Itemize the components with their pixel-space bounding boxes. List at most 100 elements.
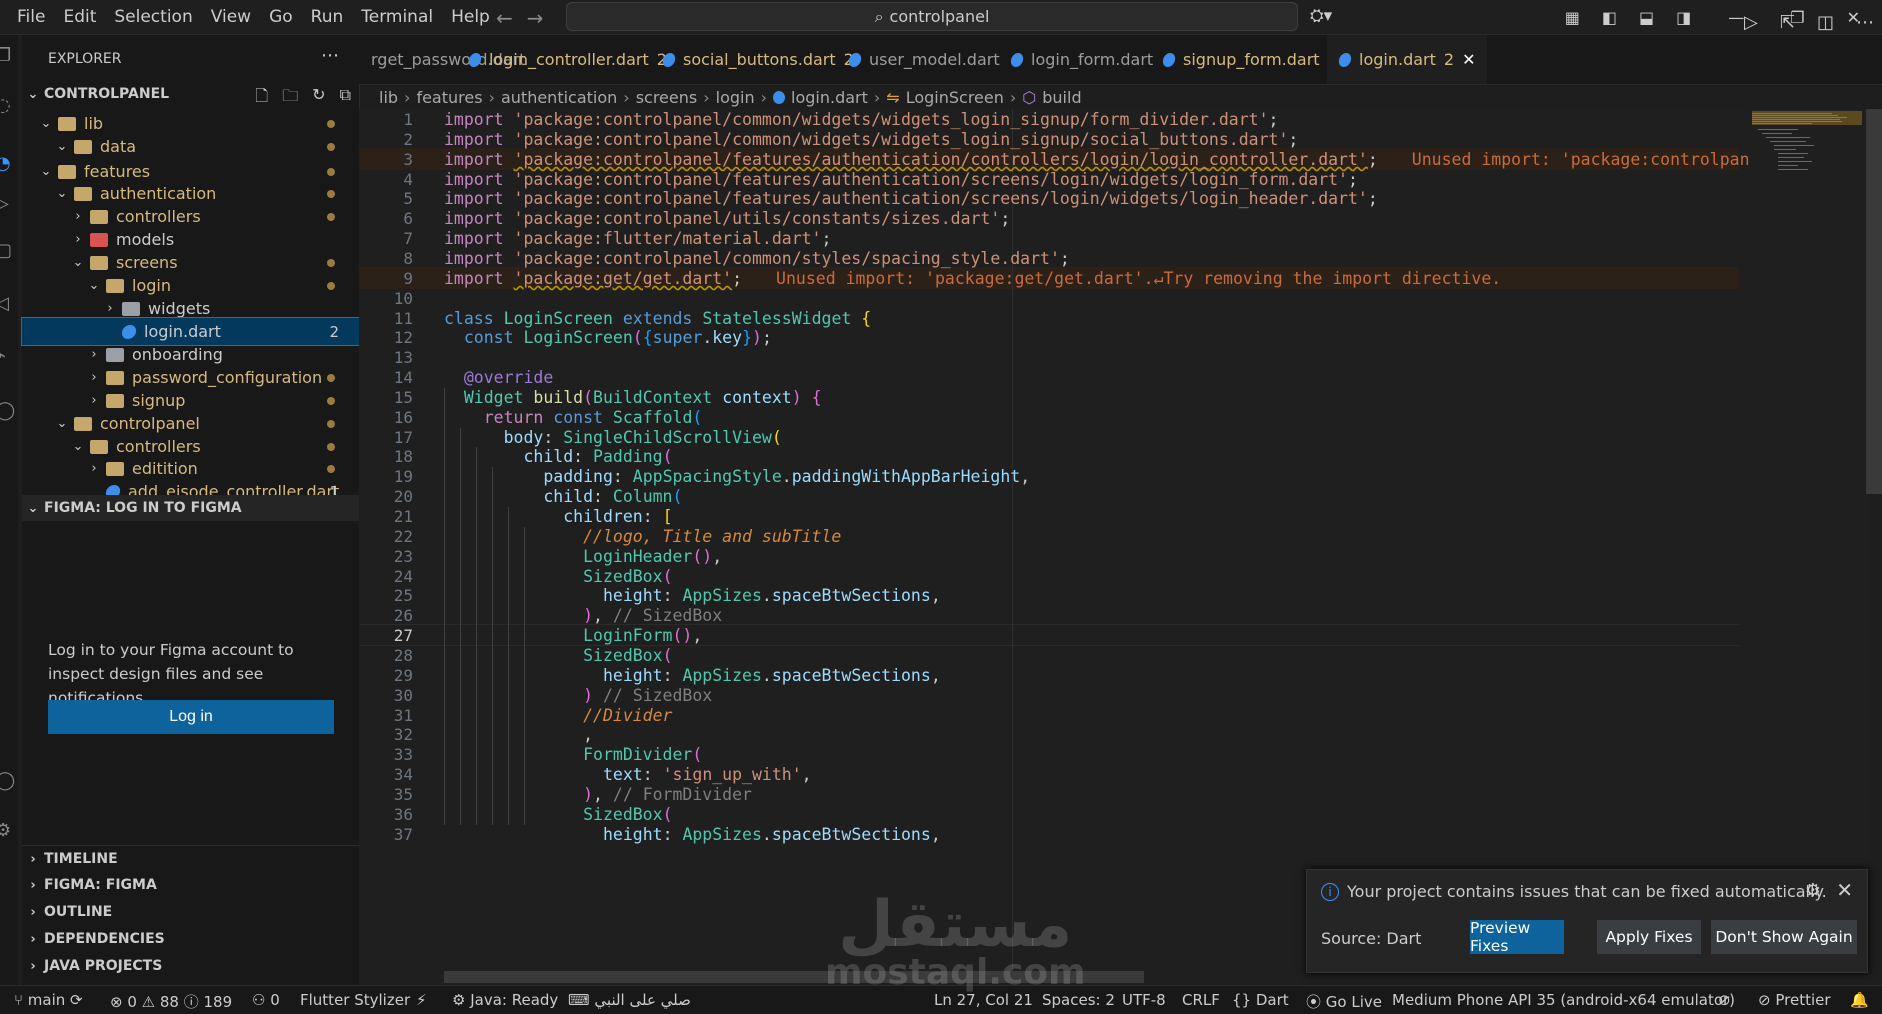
menu-terminal[interactable]: Terminal — [352, 7, 442, 27]
breadcrumb-item[interactable]: screens — [636, 88, 698, 107]
tab-login_controller-dart[interactable]: login_controller.dart 2 — [457, 35, 679, 84]
section-outline[interactable]: › OUTLINE — [22, 899, 359, 925]
folder-item[interactable]: ⌄ data — [22, 133, 359, 160]
breadcrumb-item[interactable]: features — [416, 88, 482, 107]
run-debug-icon[interactable]: ▷ — [0, 193, 9, 214]
more-actions-icon[interactable]: ⋯ — [321, 45, 339, 66]
explorer-icon[interactable]: ❐ — [0, 45, 11, 66]
no-bell-icon[interactable]: ⊘ — [1718, 991, 1731, 1009]
run-icon[interactable]: ▷ — [1744, 12, 1758, 33]
minimap[interactable] — [1750, 109, 1868, 985]
toggle-panel-icon[interactable]: ⬓ — [1628, 8, 1665, 27]
chevron-down-icon[interactable]: ⌄ — [38, 116, 54, 131]
toggle-sidebar-icon[interactable]: ◧ — [1591, 8, 1628, 27]
layout-icon[interactable]: ▦ — [1554, 8, 1591, 27]
refresh-icon[interactable]: ↻ — [312, 85, 325, 112]
menu-view[interactable]: View — [202, 7, 260, 27]
breadcrumb-item[interactable]: lib — [379, 88, 398, 107]
section-figma-login[interactable]: ⌄ FIGMA: LOG IN TO FIGMA — [22, 495, 359, 521]
menu-run[interactable]: Run — [302, 7, 353, 27]
breadcrumb-item[interactable]: LoginScreen — [906, 88, 1004, 107]
split-editor-icon[interactable]: ◫ — [1817, 12, 1834, 33]
accounts-icon[interactable]: ◯ — [0, 400, 15, 421]
menu-file[interactable]: File — [8, 7, 54, 27]
close-tab-icon[interactable]: ✕ — [1462, 50, 1475, 69]
source-control-icon[interactable]: ◔ — [0, 153, 11, 174]
java-status[interactable]: ⚙ Java: Ready — [452, 991, 558, 1009]
copilot-icon[interactable]: ⛭▾ — [1310, 6, 1332, 26]
eol-status[interactable]: CRLF — [1182, 991, 1220, 1009]
section-java-projects[interactable]: › JAVA PROJECTS — [22, 953, 359, 979]
close-icon[interactable]: ✕ — [1836, 878, 1853, 902]
gear-icon[interactable]: ⚙ — [1805, 880, 1821, 901]
remote-icon[interactable]: ⌁ — [0, 345, 6, 366]
section-figma[interactable]: › FIGMA: FIGMA — [22, 872, 359, 898]
prettier-status[interactable]: ⊘ Prettier — [1758, 991, 1831, 1009]
collapse-icon[interactable]: ⧉ — [340, 85, 351, 112]
bell-icon[interactable]: 🔔 — [1850, 991, 1869, 1009]
section-dependencies[interactable]: › DEPENDENCIES — [22, 926, 359, 952]
extensions-icon[interactable]: ▢ — [0, 240, 12, 261]
device-status[interactable]: Medium Phone API 35 (android-x64 emulato… — [1392, 991, 1735, 1009]
menu-selection[interactable]: Selection — [105, 7, 201, 27]
new-folder-icon[interactable]: 🗀 — [282, 85, 298, 112]
section-timeline[interactable]: › TIMELINE — [22, 845, 359, 872]
more-icon[interactable]: ⋯ — [1856, 12, 1874, 33]
chevron-down-icon[interactable]: ⌄ — [54, 186, 70, 201]
chevron-right-icon[interactable]: › — [86, 347, 102, 362]
horizontal-scrollbar[interactable] — [444, 971, 1144, 983]
tab-login-dart[interactable]: login.dart 2 ✕ — [1327, 35, 1488, 84]
lightning-icon[interactable]: ⚡ — [416, 991, 427, 1009]
chevron-right-icon[interactable]: › — [86, 370, 102, 385]
encoding-status[interactable]: UTF-8 — [1122, 991, 1166, 1009]
problems-status[interactable]: ⊗ 0 ⚠ 88 ⓘ 189 — [110, 991, 232, 1012]
breadcrumb-item[interactable]: build — [1042, 88, 1081, 107]
manage-icon[interactable]: ⚙ — [0, 820, 11, 841]
chevron-right-icon[interactable]: › — [70, 232, 86, 247]
menu-go[interactable]: Go — [260, 7, 302, 27]
tab-user_model-dart[interactable]: user_model.dart — [837, 35, 1012, 84]
preview-fixes-button[interactable]: Preview Fixes — [1470, 919, 1564, 955]
language-status[interactable]: {} Dart — [1232, 991, 1289, 1009]
search-activity-icon[interactable]: ◌ — [0, 95, 11, 116]
code-editor[interactable]: 1 2 3 4 5 6 7 8 9 10 11 12 13 14 15 16 17 18 19 20 21 22 23 24 2… — [359, 109, 1749, 985]
toggle-secondary-sidebar-icon[interactable]: ◨ — [1665, 8, 1702, 27]
section-controlpanel[interactable]: ⌄ CONTROLPANEL 🗋 🗀 ↻ ⧉ — [22, 81, 359, 107]
branch-status[interactable]: ⑂ main ⟳ — [14, 991, 83, 1009]
chevron-right-icon[interactable]: › — [86, 393, 102, 408]
chevron-down-icon[interactable]: ⌄ — [54, 416, 70, 431]
dont-show-again-button[interactable]: Don't Show Again — [1711, 920, 1857, 954]
chevron-down-icon[interactable]: ⌄ — [86, 278, 102, 293]
back-arrow-icon[interactable]: ← — [496, 6, 527, 30]
breadcrumb-item[interactable]: login.dart — [791, 88, 868, 107]
tab-social_buttons-dart[interactable]: social_buttons.dart2 — [651, 35, 866, 84]
editor-scrollbar[interactable] — [1866, 109, 1882, 494]
chevron-right-icon[interactable]: › — [102, 301, 118, 316]
chevron-right-icon[interactable]: › — [86, 461, 102, 476]
flutter-stylizer-status[interactable]: Flutter Stylizer — [300, 991, 410, 1009]
ports-status[interactable]: ⚇ 0 — [252, 991, 280, 1009]
chevron-down-icon[interactable]: ⌄ — [70, 255, 86, 270]
chevron-down-icon[interactable]: ⌄ — [70, 439, 86, 454]
forward-arrow-icon[interactable]: → — [527, 6, 558, 30]
chevron-right-icon[interactable]: › — [70, 209, 86, 224]
menu-edit[interactable]: Edit — [54, 7, 105, 27]
cursor-position[interactable]: Ln 27, Col 21 — [934, 991, 1033, 1009]
chevron-down-icon[interactable]: ⌄ — [38, 164, 54, 179]
menu-help[interactable]: Help — [442, 7, 499, 27]
arabic-status[interactable]: ⌨ صلي على النبي — [568, 991, 691, 1009]
tab-login_form-dart[interactable]: login_form.dart — [999, 35, 1165, 84]
open-changes-icon[interactable]: ⇱ — [1780, 12, 1795, 33]
breadcrumb-item[interactable]: login — [716, 88, 755, 107]
figma-login-button[interactable]: Log in — [48, 700, 334, 734]
account-icon[interactable]: ◯ — [0, 770, 15, 791]
tab-signup_form-dart[interactable]: signup_form.dart1 — [1151, 35, 1350, 84]
chevron-down-icon[interactable]: ⌄ — [54, 139, 70, 154]
new-file-icon[interactable]: 🗋 — [255, 85, 268, 112]
testing-icon[interactable]: ◁ — [0, 293, 9, 314]
command-center-search[interactable]: ⌕ controlpanel — [566, 2, 1298, 31]
go-live-status[interactable]: ⦿ Go Live — [1306, 991, 1382, 1012]
indentation-status[interactable]: Spaces: 2 — [1042, 991, 1115, 1009]
breadcrumb-item[interactable]: authentication — [501, 88, 617, 107]
apply-fixes-button[interactable]: Apply Fixes — [1597, 920, 1701, 954]
